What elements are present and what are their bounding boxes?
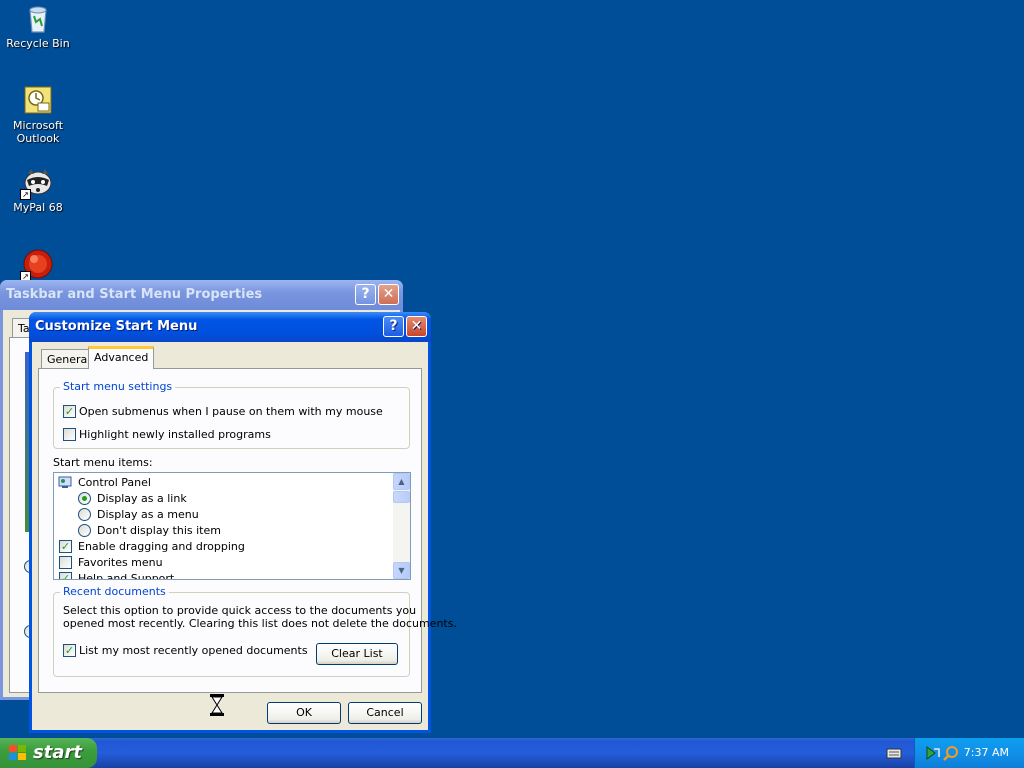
group-title: Recent documents: [60, 585, 169, 598]
customize-dialog-client: General Advanced Start menu settings ✓ O…: [32, 342, 457, 730]
favorites-menu-checkbox[interactable]: [59, 556, 72, 569]
highlight-new-programs-label[interactable]: Highlight newly installed programs: [79, 428, 271, 441]
desktop-icon-mypal[interactable]: ↗ MyPal 68: [0, 166, 76, 214]
dont-display-radio[interactable]: [78, 524, 91, 537]
recent-docs-description-1: Select this option to provide quick acce…: [63, 604, 417, 617]
desktop-icon-outlook[interactable]: Microsoft Outlook: [0, 84, 76, 145]
items-scrollbar[interactable]: ▲ ▼: [393, 473, 410, 579]
scroll-down-icon[interactable]: ▼: [393, 562, 410, 579]
search-tray-icon[interactable]: [943, 745, 959, 761]
list-item[interactable]: Help and Support: [78, 572, 174, 579]
clock[interactable]: 7:37 AM: [964, 738, 1009, 768]
close-button[interactable]: ✕: [378, 284, 399, 305]
taskbar: start 7:37 AM: [0, 738, 1024, 768]
desktop-icon-recycle-bin[interactable]: Recycle Bin: [0, 2, 76, 50]
control-panel-icon: [58, 476, 73, 489]
windows-logo-icon: [9, 745, 27, 761]
help-support-checkbox[interactable]: ✓: [59, 572, 72, 579]
list-item[interactable]: Display as a link: [97, 492, 187, 505]
list-item[interactable]: Control Panel: [78, 476, 151, 489]
scroll-thumb[interactable]: [393, 491, 410, 503]
outlook-icon: [22, 84, 54, 116]
recycle-bin-label: Recycle Bin: [6, 37, 70, 50]
tab-advanced[interactable]: Advanced: [88, 346, 155, 369]
scroll-up-icon[interactable]: ▲: [393, 473, 410, 490]
recycle-bin-icon: [22, 2, 54, 34]
highlight-new-programs-checkbox[interactable]: [63, 428, 76, 441]
enable-drag-drop-checkbox[interactable]: ✓: [59, 540, 72, 553]
open-submenus-label[interactable]: Open submenus when I pause on them with …: [79, 405, 383, 418]
tab-label: General: [47, 353, 91, 366]
list-recent-docs-label[interactable]: List my most recently opened documents: [79, 644, 308, 657]
customize-start-menu-dialog: Customize Start Menu ? ✕ General Advance…: [29, 312, 457, 733]
clear-list-button[interactable]: Clear List: [316, 643, 398, 665]
list-item[interactable]: Display as a menu: [97, 508, 199, 521]
mypal-label: MyPal 68: [13, 201, 63, 214]
taskbar-properties-titlebar[interactable]: Taskbar and Start Menu Properties ? ✕: [0, 280, 403, 310]
system-tray: 7:37 AM: [914, 738, 1024, 768]
display-as-menu-radio[interactable]: [78, 508, 91, 521]
tab-label: Advanced: [94, 351, 149, 364]
cancel-button[interactable]: Cancel: [348, 702, 422, 724]
list-item[interactable]: Favorites menu: [78, 556, 163, 569]
start-label: start: [33, 742, 82, 763]
group-title: Start menu settings: [60, 380, 176, 393]
help-button[interactable]: ?: [355, 284, 376, 305]
open-submenus-checkbox[interactable]: ✓: [63, 405, 76, 418]
keyboard-language-icon[interactable]: [886, 746, 902, 760]
recent-documents-group: Recent documents Select this option to p…: [53, 585, 457, 677]
list-item[interactable]: Don't display this item: [97, 524, 221, 537]
start-menu-settings-group: Start menu settings ✓ Open submenus when…: [53, 380, 410, 449]
start-button[interactable]: start: [0, 738, 97, 768]
red-orb-icon: ↗: [20, 248, 54, 282]
window-title: Taskbar and Start Menu Properties: [6, 287, 263, 302]
hourglass-cursor-icon: [210, 694, 224, 719]
advanced-tab-panel: Start menu settings ✓ Open submenus when…: [38, 368, 457, 693]
tab-label: Ta: [18, 322, 30, 335]
help-button[interactable]: ?: [383, 316, 404, 337]
ok-button[interactable]: OK: [267, 702, 341, 724]
display-as-link-radio[interactable]: [78, 492, 91, 505]
network-tray-icon[interactable]: [925, 745, 941, 761]
start-menu-items-label: Start menu items:: [53, 456, 153, 469]
desktop-icon-red-app[interactable]: ↗: [0, 248, 76, 283]
mypal-raccoon-icon: ↗: [20, 166, 54, 200]
customize-start-menu-titlebar[interactable]: Customize Start Menu ? ✕: [29, 312, 431, 342]
list-recent-docs-checkbox[interactable]: ✓: [63, 644, 76, 657]
recent-docs-description-2: opened most recently. Clearing this list…: [63, 617, 457, 630]
outlook-label: Microsoft Outlook: [12, 119, 64, 145]
start-menu-items-list[interactable]: Control Panel Display as a link Display …: [53, 472, 411, 580]
list-item[interactable]: Enable dragging and dropping: [78, 540, 245, 553]
close-button[interactable]: ✕: [406, 316, 427, 337]
shortcut-arrow-icon: ↗: [20, 189, 31, 200]
dialog-title: Customize Start Menu: [35, 319, 198, 334]
